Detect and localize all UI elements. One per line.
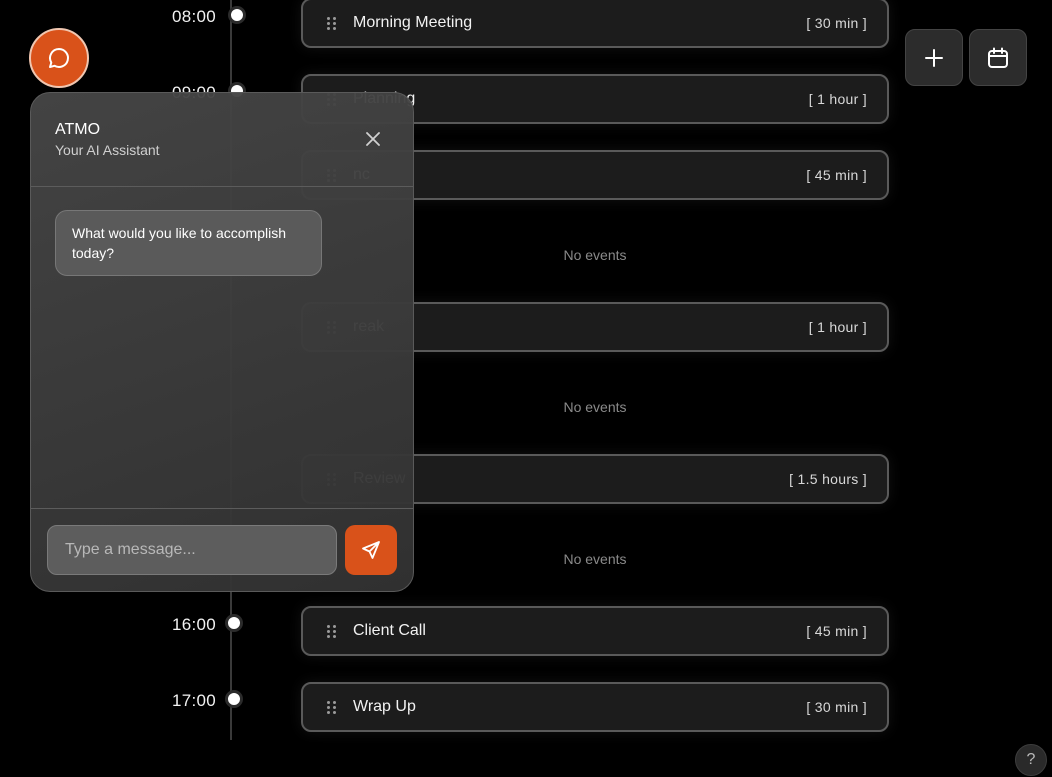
event-duration: [ 1 hour ] bbox=[808, 91, 867, 107]
timeline-dot bbox=[228, 6, 246, 24]
send-button[interactable] bbox=[345, 525, 397, 575]
chat-messages: What would you like to accomplish today? bbox=[31, 187, 413, 509]
send-icon bbox=[362, 541, 380, 559]
plus-icon bbox=[925, 48, 943, 67]
calendar-button[interactable] bbox=[969, 29, 1027, 86]
chat-launcher-button[interactable] bbox=[29, 28, 89, 88]
event-title: nc bbox=[353, 166, 806, 184]
close-icon bbox=[366, 132, 380, 146]
calendar-icon bbox=[988, 47, 1008, 68]
message-input[interactable] bbox=[47, 525, 337, 575]
event-duration: [ 45 min ] bbox=[806, 167, 867, 183]
time-label-1600: 16:00 bbox=[171, 615, 216, 634]
chat-bubble-icon bbox=[49, 48, 69, 68]
time-label-1700: 17:00 bbox=[171, 691, 216, 710]
event-title: Review bbox=[353, 470, 789, 488]
timeline-dot bbox=[225, 614, 243, 632]
chat-title: ATMO bbox=[55, 121, 101, 138]
event-duration: [ 1.5 hours ] bbox=[789, 471, 867, 487]
help-button[interactable]: ? bbox=[1015, 744, 1047, 776]
drag-handle-icon[interactable] bbox=[327, 16, 337, 30]
chat-header: ATMO Your AI Assistant bbox=[31, 93, 413, 187]
chat-subtitle: Your AI Assistant bbox=[55, 142, 160, 158]
drag-handle-icon[interactable] bbox=[327, 624, 337, 638]
close-chat-button[interactable] bbox=[363, 129, 383, 149]
event-card[interactable]: Morning Meeting [ 30 min ] bbox=[301, 0, 889, 48]
time-label-0800: 08:00 bbox=[171, 7, 216, 26]
chat-footer bbox=[31, 509, 413, 591]
event-card[interactable]: Wrap Up [ 30 min ] bbox=[301, 682, 889, 732]
event-duration: [ 1 hour ] bbox=[808, 319, 867, 335]
event-title: reak bbox=[353, 318, 809, 336]
drag-handle-icon[interactable] bbox=[327, 700, 337, 714]
add-event-button[interactable] bbox=[905, 29, 963, 86]
event-title: Planning bbox=[353, 90, 809, 108]
event-title: Wrap Up bbox=[353, 698, 416, 715]
event-duration: [ 30 min ] bbox=[806, 699, 867, 715]
chat-panel: ATMO Your AI Assistant What would you li… bbox=[30, 92, 414, 592]
event-card[interactable]: Client Call [ 45 min ] bbox=[301, 606, 889, 656]
assistant-message: What would you like to accomplish today? bbox=[55, 210, 322, 276]
event-duration: [ 30 min ] bbox=[806, 15, 867, 31]
app-root: 08:00 09:00 16:00 17:00 Morning Meeting … bbox=[0, 0, 1052, 777]
event-title: Client Call bbox=[353, 622, 426, 639]
timeline-dot bbox=[225, 690, 243, 708]
event-title: Morning Meeting bbox=[353, 14, 473, 31]
event-duration: [ 45 min ] bbox=[806, 623, 867, 639]
